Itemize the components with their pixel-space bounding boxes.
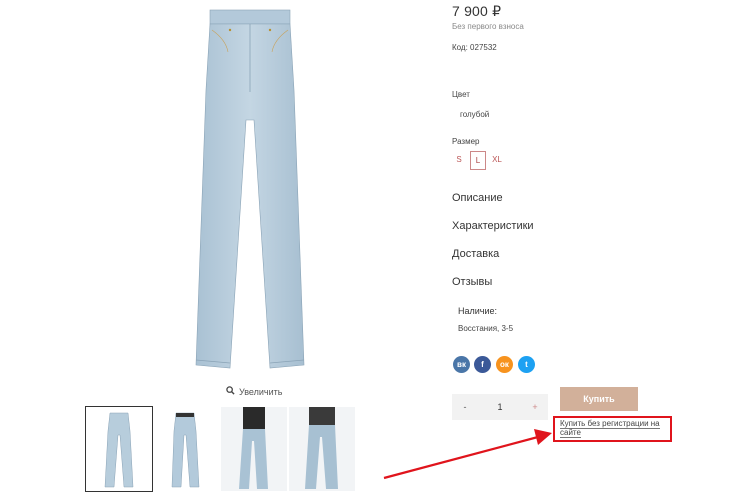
annotation-arrow bbox=[383, 429, 552, 480]
